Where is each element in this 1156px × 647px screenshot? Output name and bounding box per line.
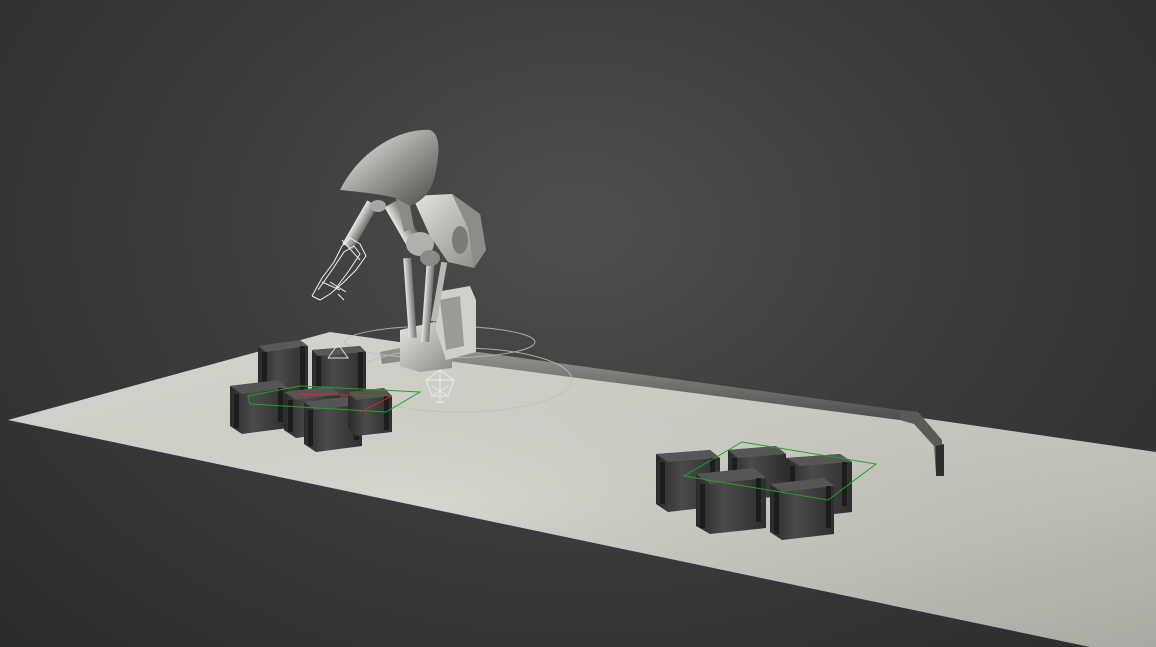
robot-arm[interactable] [340, 129, 486, 372]
floor-plane[interactable] [8, 332, 1156, 647]
scene-canvas[interactable] [0, 0, 1156, 647]
gripper-wireframe[interactable] [311, 237, 367, 301]
container-box[interactable] [696, 468, 766, 534]
container-box[interactable] [230, 380, 288, 434]
3d-viewport[interactable] [0, 0, 1156, 647]
container-box[interactable] [770, 478, 834, 540]
